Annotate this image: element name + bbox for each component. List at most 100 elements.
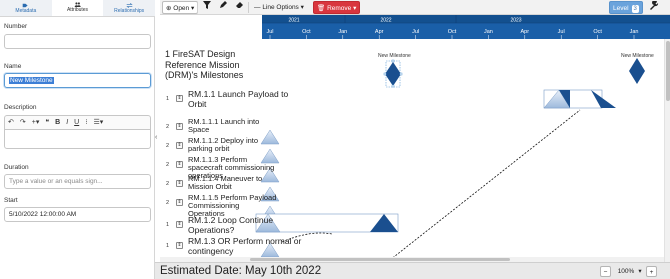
chevron-down-icon: ▾	[300, 4, 304, 11]
tab-metadata[interactable]: Metadata	[0, 0, 52, 16]
zoom-level: 100%	[617, 268, 635, 275]
scroll-thumb[interactable]	[250, 258, 510, 261]
name-field-selected-text: New Milestone	[9, 77, 54, 84]
level-value: 3	[631, 5, 639, 13]
arrows-icon	[126, 2, 133, 8]
duration-field[interactable]: Type a value or an equals sign...	[4, 174, 151, 189]
row-outline-number: 1	[166, 222, 170, 228]
row-label[interactable]: RM.1.1.2 Deploy into parking orbit	[188, 137, 278, 153]
timeline-year-label: 2023	[510, 18, 521, 24]
timeline-year-label: 2022	[380, 18, 391, 24]
row-outline-number: 2	[166, 200, 170, 206]
timeline-month-label: Jan	[338, 29, 347, 35]
tags-icon	[23, 3, 28, 7]
level-button[interactable]: Level 3	[609, 1, 643, 14]
tab-relationships[interactable]: Relationships	[103, 0, 155, 16]
timeline-month-label: Apr	[521, 29, 530, 35]
line-options-button[interactable]: — Line Options ▾	[251, 1, 307, 14]
row-expand-button[interactable]: ⇕	[176, 180, 183, 187]
row-label[interactable]: RM.1.1.1 Launch into Space	[188, 118, 278, 134]
row-outline-number: 2	[166, 181, 170, 187]
description-label: Description	[4, 104, 37, 111]
quote-icon[interactable]: ❝	[45, 119, 49, 126]
row-outline-number: 2	[166, 143, 170, 149]
dependency-line[interactable]	[389, 109, 581, 261]
row-expand-button[interactable]: ⇕	[176, 199, 183, 206]
redo-icon[interactable]: ↷	[20, 119, 26, 126]
eraser-icon[interactable]	[232, 1, 246, 14]
tab-attributes-label: Attributes	[66, 7, 89, 13]
number-label: Number	[4, 23, 28, 30]
properties-panel: Metadata Attributes Relationships Number…	[0, 0, 155, 279]
zoom-in-button[interactable]: +	[646, 266, 657, 277]
bold-button[interactable]: B	[55, 119, 60, 126]
remove-button-label: Remove	[327, 5, 352, 12]
milestone-label: New Milestone	[621, 53, 654, 59]
duration-label: Duration	[4, 164, 29, 171]
duration-placeholder: Type a value or an equals sign...	[9, 178, 103, 185]
timeline-month-label: Apr	[375, 29, 384, 35]
timeline-month-label: Jul	[558, 29, 565, 35]
toolbar-divider	[197, 2, 198, 13]
row-outline-number: 1	[166, 96, 170, 102]
scroll-thumb[interactable]	[666, 41, 670, 101]
row-expand-button[interactable]: ⇕	[176, 242, 183, 249]
description-editor[interactable]	[4, 129, 151, 149]
filter-icon[interactable]	[200, 1, 214, 14]
name-field[interactable]: New Milestone	[4, 73, 151, 88]
milestone-diamond[interactable]	[629, 58, 645, 84]
wrench-icon[interactable]	[646, 0, 662, 14]
gantt-chart: 2021 2022 2023 Jul Oct Jan Apr Jul Oct Jan Apr Jul…	[160, 15, 670, 262]
tab-relationships-label: Relationships	[114, 7, 145, 14]
align-dropdown[interactable]: ☰▾	[93, 119, 103, 126]
more-icon[interactable]: ⁝	[85, 119, 87, 126]
line-options-label: Line Options	[262, 4, 299, 11]
gantt-toolbar: ⊕ Open ▾ — Line Options ▾ 🗑 Remove ▾ Lev…	[160, 0, 670, 15]
row-label[interactable]: RM.1.2 Loop Continue Operations?	[188, 215, 303, 235]
vertical-scrollbar[interactable]	[664, 39, 670, 262]
row-expand-button[interactable]: ⇕	[176, 161, 183, 168]
row-outline-number: 1	[166, 243, 170, 249]
start-label: Start	[4, 197, 18, 204]
timeline-month-label: Oct	[593, 29, 602, 35]
row-expand-button[interactable]: ⇕	[176, 221, 183, 228]
row-outline-number: 2	[166, 124, 170, 130]
row-label[interactable]: RM.1.1 Launch Payload to Orbit	[188, 89, 303, 109]
insert-dropdown[interactable]: +▾	[32, 119, 40, 126]
estimated-date: Estimated Date: May 10th 2022	[160, 265, 322, 277]
panel-tabs: Metadata Attributes Relationships	[0, 0, 155, 17]
tab-attributes[interactable]: Attributes	[51, 0, 104, 16]
status-bar: Estimated Date: May 10th 2022 − 100% ▾ +	[155, 262, 670, 279]
row-expand-button[interactable]: ⇕	[176, 123, 183, 130]
line-icon: —	[254, 4, 261, 11]
timeline-year-label: 2021	[288, 18, 299, 24]
timeline-month-label: Oct	[302, 29, 311, 35]
toolbar-divider	[248, 2, 249, 13]
chevron-down-icon: ▾	[190, 5, 195, 12]
timeline-month-label: Oct	[448, 29, 457, 35]
chevron-down-icon: ▾	[353, 5, 357, 12]
row-label[interactable]: RM.1.3 OR Perform normal or contingency	[188, 236, 303, 256]
start-field[interactable]: 5/10/2022 12:00:00 AM	[4, 207, 151, 222]
italic-button[interactable]: I	[66, 119, 68, 126]
timeline-month-label: Jul	[266, 29, 273, 35]
row-label[interactable]: RM.1.1.4 Maneuver to Mission Orbit	[188, 175, 278, 191]
remove-button[interactable]: 🗑 Remove ▾	[313, 1, 361, 14]
open-button-label: Open	[173, 5, 190, 12]
undo-icon[interactable]: ↶	[8, 119, 14, 126]
row-expand-button[interactable]: ⇕	[176, 95, 183, 102]
number-field[interactable]	[4, 34, 151, 49]
milestone-diamond-selected[interactable]	[385, 62, 401, 86]
timeline-month-label: Jan	[484, 29, 493, 35]
pencil-icon[interactable]	[216, 1, 230, 14]
timeline-month-label: Jul	[412, 29, 419, 35]
timeline-month-label: Jan	[630, 29, 639, 35]
gantt-title: 1 FireSAT Design Reference Mission (DRM)…	[165, 49, 244, 80]
open-button[interactable]: ⊕ Open ▾	[162, 1, 199, 14]
name-label: Name	[4, 63, 22, 70]
chevron-down-icon[interactable]: ▾	[637, 266, 643, 277]
zoom-out-button[interactable]: −	[600, 266, 611, 277]
row-expand-button[interactable]: ⇕	[176, 142, 183, 149]
milestone-label: New Milestone	[378, 53, 411, 59]
underline-button[interactable]: U	[74, 119, 79, 126]
